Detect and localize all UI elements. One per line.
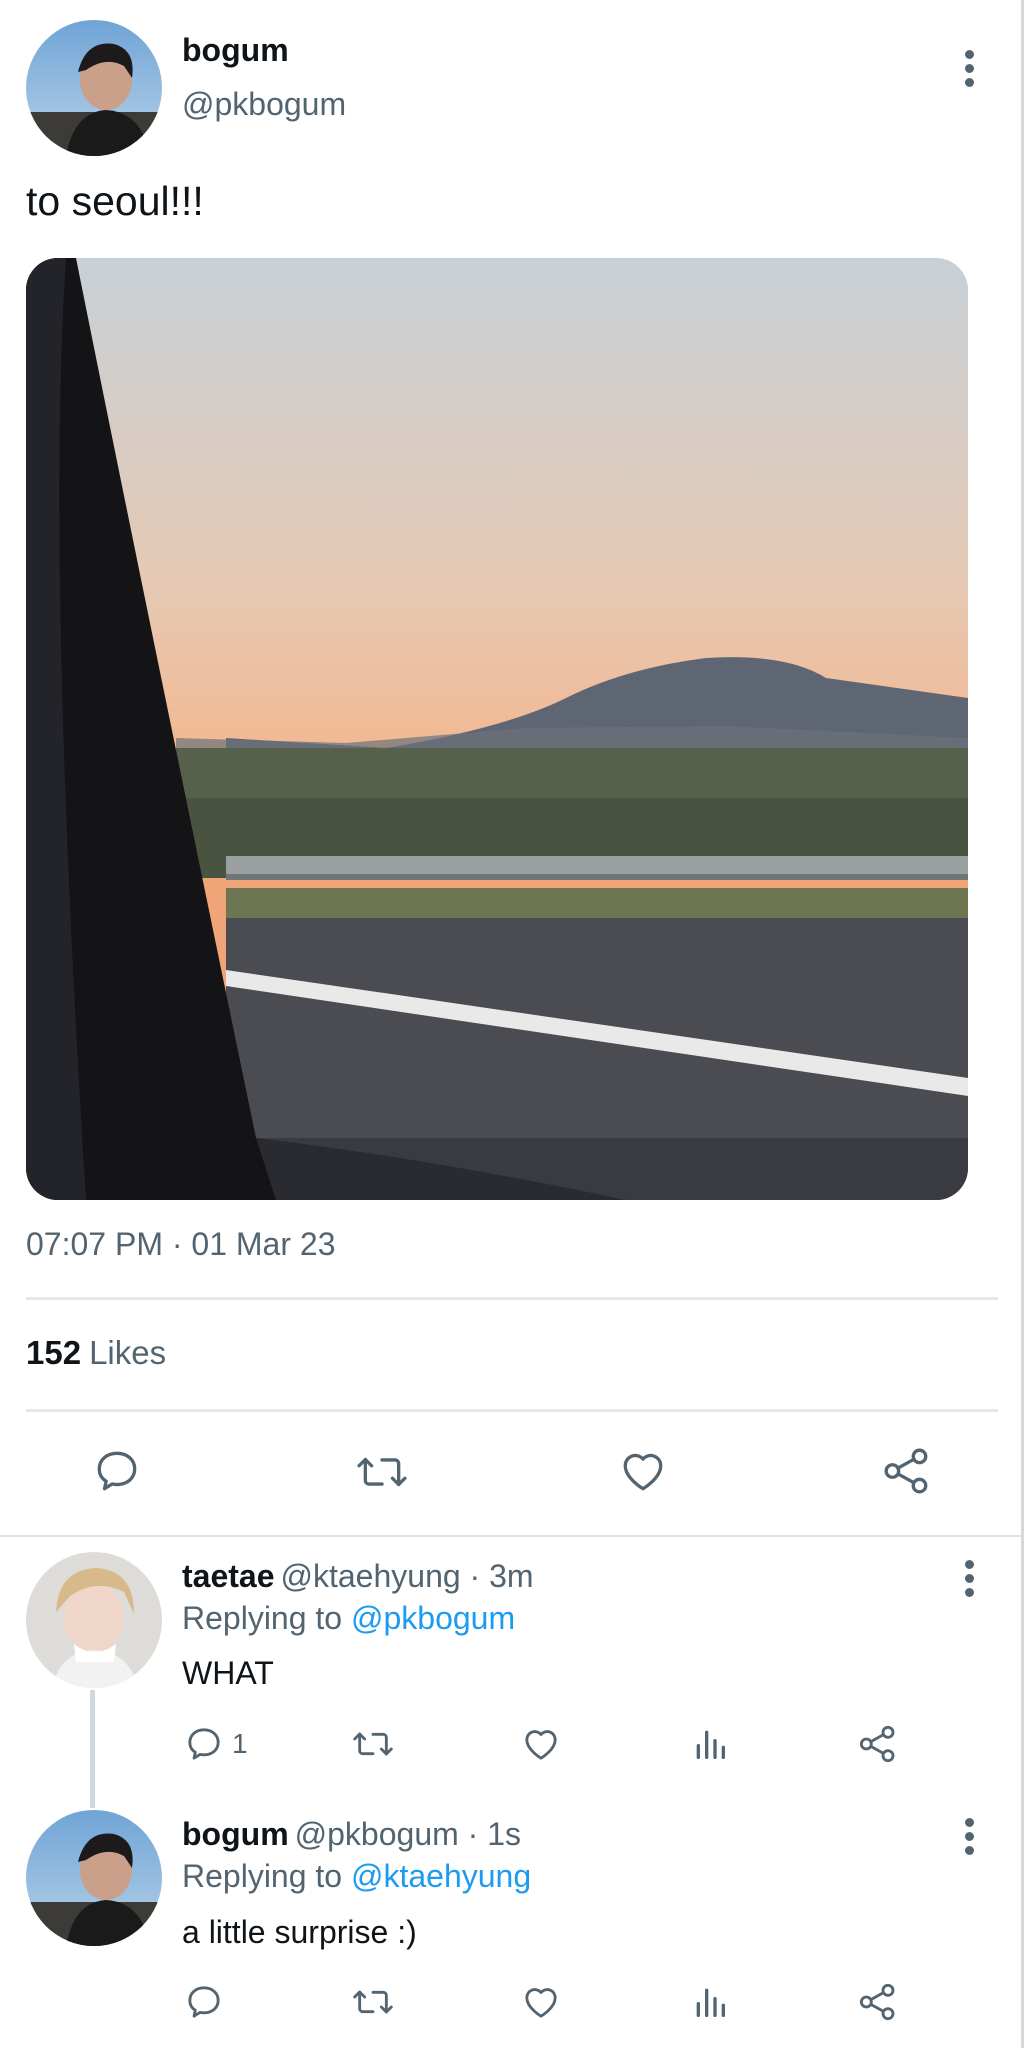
retweet-icon[interactable]: [350, 1982, 396, 2022]
retweet-icon[interactable]: [350, 1724, 396, 1764]
timeline-right-border: [1021, 0, 1024, 2048]
more-vertical-icon[interactable]: [963, 50, 975, 92]
replying-mention[interactable]: @pkbogum: [351, 1600, 515, 1636]
reply-text: WHAT: [182, 1655, 274, 1691]
author-handle[interactable]: @pkbogum: [182, 86, 346, 123]
thread-line: [90, 1690, 95, 1808]
tweet-text: to seoul!!!: [26, 178, 204, 224]
author-name[interactable]: bogum: [182, 32, 289, 69]
analytics-icon[interactable]: [690, 1724, 730, 1764]
replying-to: Replying to @ktaehyung: [182, 1858, 531, 1895]
replying-prefix: Replying to: [182, 1858, 343, 1894]
replying-to: Replying to @pkbogum: [182, 1600, 515, 1637]
reply-handle-time[interactable]: @pkbogum · 1s: [295, 1816, 521, 1852]
replying-prefix: Replying to: [182, 1600, 343, 1636]
like-icon[interactable]: [618, 1446, 668, 1496]
analytics-icon[interactable]: [690, 1982, 730, 2022]
reply-author-name[interactable]: taetae: [182, 1558, 275, 1594]
likes-label: Likes: [89, 1334, 167, 1371]
likes-count: 152: [26, 1334, 82, 1371]
reply-icon[interactable]: [92, 1446, 142, 1496]
share-icon[interactable]: [858, 1982, 898, 2022]
reply-avatar[interactable]: [26, 1810, 162, 1946]
tweet-timestamp[interactable]: 07:07 PM · 01 Mar 23: [26, 1226, 335, 1263]
reply-header: bogum @pkbogum · 1s: [182, 1816, 521, 1853]
reply-icon[interactable]: [184, 1982, 224, 2022]
divider: [26, 1409, 998, 1412]
retweet-icon[interactable]: [354, 1447, 410, 1497]
author-avatar[interactable]: [26, 20, 162, 156]
reply-count: 1: [232, 1728, 248, 1759]
reply-header: taetae @ktaehyung · 3m: [182, 1558, 534, 1595]
like-icon[interactable]: [521, 1724, 561, 1764]
reply-avatar[interactable]: [26, 1552, 162, 1688]
section-divider: [0, 1535, 1021, 1537]
like-icon[interactable]: [521, 1982, 561, 2022]
tweet-photo[interactable]: [26, 258, 968, 1200]
reply-icon[interactable]: [184, 1724, 224, 1764]
likes-summary[interactable]: 152 Likes: [26, 1334, 166, 1372]
share-icon[interactable]: [858, 1724, 898, 1764]
divider: [26, 1297, 998, 1300]
more-vertical-icon[interactable]: [963, 1818, 975, 1860]
reply-text: a little surprise :): [182, 1914, 417, 1950]
share-icon[interactable]: [882, 1446, 932, 1496]
reply-author-name[interactable]: bogum: [182, 1816, 289, 1852]
replying-mention[interactable]: @ktaehyung: [351, 1858, 531, 1894]
more-vertical-icon[interactable]: [963, 1560, 975, 1602]
reply-handle-time[interactable]: @ktaehyung · 3m: [281, 1558, 534, 1594]
